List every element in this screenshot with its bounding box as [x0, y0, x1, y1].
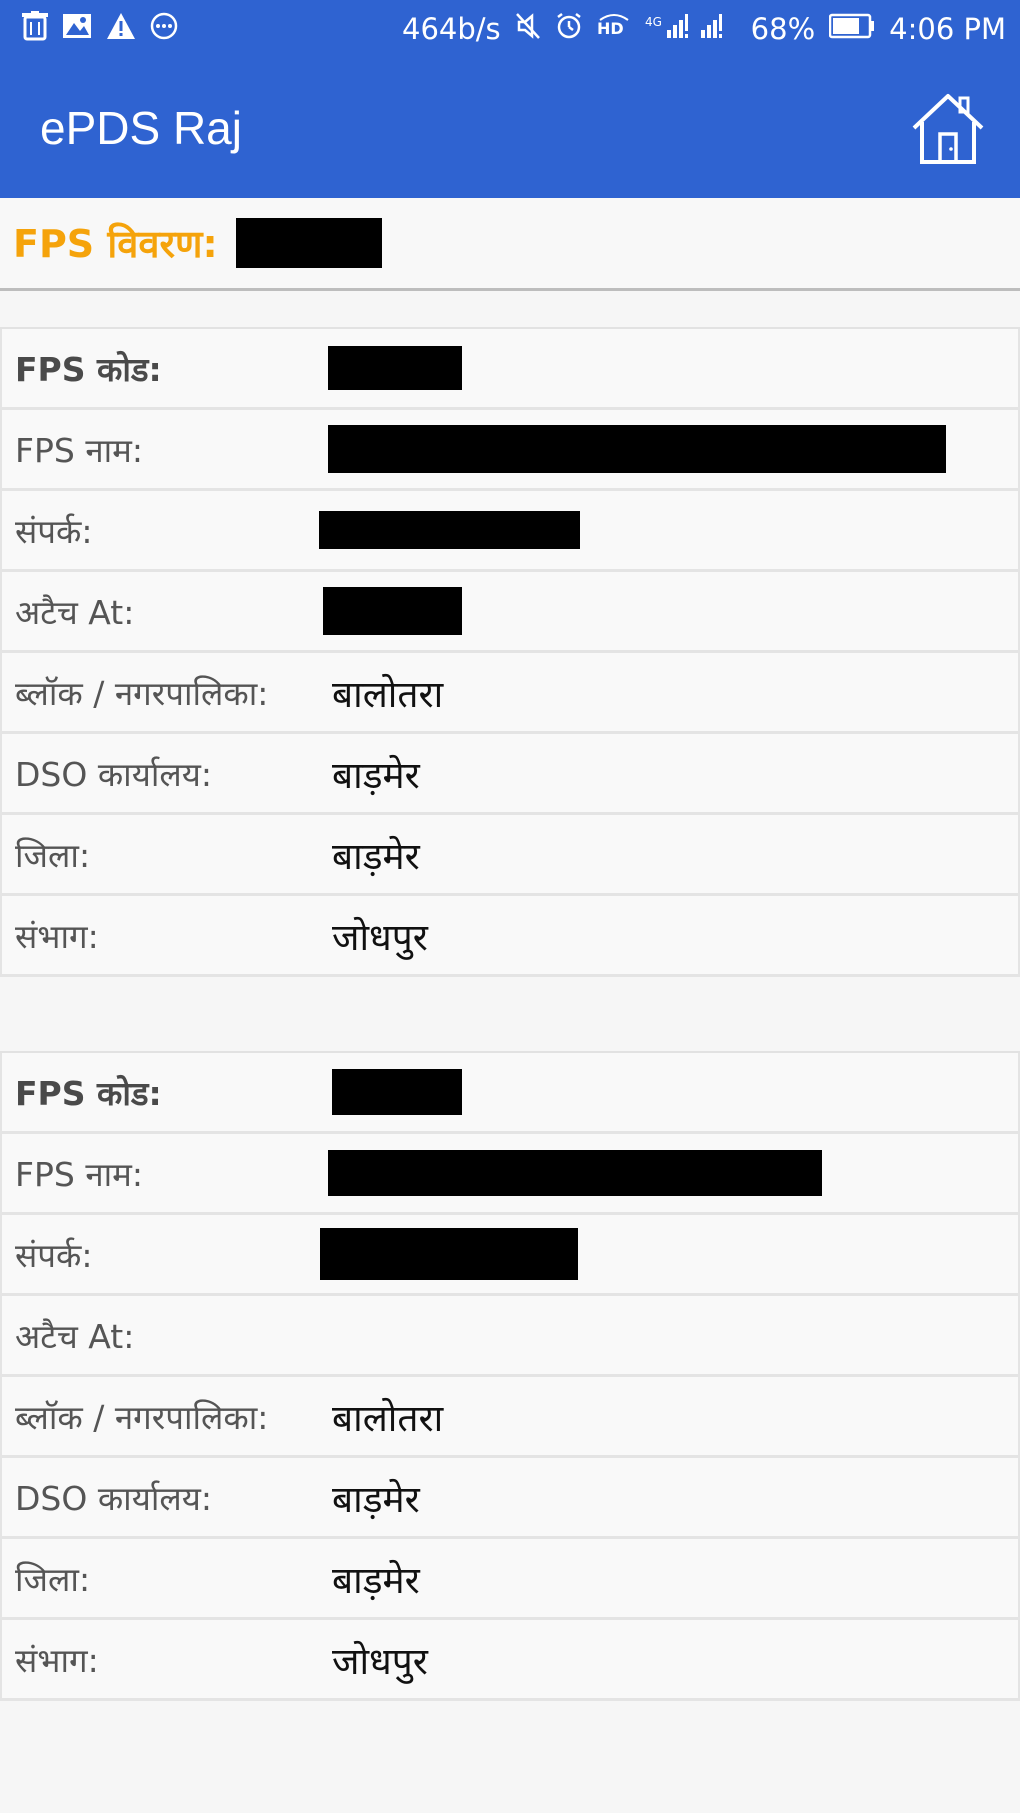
mute-icon [515, 12, 541, 47]
division-value: जोधपुर [332, 915, 428, 959]
image-icon [62, 12, 92, 46]
home-icon [912, 94, 984, 164]
row-attach-at: अटैच At: [0, 572, 1020, 653]
fps-details-header: FPS विवरण: [0, 198, 1020, 291]
battery-percent: 68% [750, 12, 816, 46]
trash-icon [22, 10, 48, 48]
network-speed: 464b/s [402, 12, 501, 46]
redacted-fps-name [328, 1150, 822, 1196]
alarm-icon [555, 12, 583, 47]
row-contact: संपर्क: [0, 491, 1020, 572]
row-block: ब्लॉक / नगरपालिका: बालोतरा [0, 1377, 1020, 1458]
district-value: बाड़मेर [332, 834, 420, 878]
app-title: ePDS Raj [40, 102, 242, 154]
district-label: जिला: [15, 1559, 91, 1599]
fps-card: FPS कोड: FPS नाम: संपर्क: अटैच At: ब्लॉक… [0, 327, 1020, 977]
fps-name-label: FPS नाम: [15, 1154, 144, 1194]
row-block: ब्लॉक / नगरपालिका: बालोतरा [0, 653, 1020, 734]
row-division: संभाग: जोधपुर [0, 896, 1020, 977]
redacted-contact [320, 1228, 578, 1280]
fps-name-label: FPS नाम: [15, 430, 144, 470]
row-fps-code: FPS कोड: [0, 1053, 1020, 1134]
redacted-attach-at [323, 587, 462, 635]
header-label: FPS विवरण: [13, 222, 218, 266]
row-district: जिला: बाड़मेर [0, 815, 1020, 896]
row-fps-name: FPS नाम: [0, 410, 1020, 491]
row-dso-office: DSO कार्यालय: बाड़मेर [0, 734, 1020, 815]
row-contact: संपर्क: [0, 1215, 1020, 1296]
redacted-fps-id [235, 218, 382, 268]
block-label: ब्लॉक / नगरपालिका: [15, 1397, 269, 1437]
redacted-contact [319, 511, 580, 549]
division-label: संभाग: [15, 916, 99, 956]
attach-at-label: अटैच At: [15, 1316, 135, 1356]
status-bar: 464b/s HD 4G 68% 4:06 PM [0, 0, 1020, 58]
division-label: संभाग: [15, 1640, 99, 1680]
row-division: संभाग: जोधपुर [0, 1620, 1020, 1701]
dso-office-value: बाड़मेर [332, 1477, 420, 1521]
warning-icon [106, 12, 136, 47]
contact-label: संपर्क: [15, 1235, 93, 1275]
signal-icon: 4G [645, 12, 737, 47]
row-fps-name: FPS नाम: [0, 1134, 1020, 1215]
redacted-fps-name [328, 425, 946, 473]
home-button[interactable] [908, 88, 988, 168]
dso-office-label: DSO कार्यालय: [15, 754, 213, 794]
redacted-fps-code [332, 1069, 462, 1115]
row-fps-code: FPS कोड: [0, 329, 1020, 410]
redacted-fps-code [328, 346, 462, 390]
fps-card: FPS कोड: FPS नाम: संपर्क: अटैच At: ब्लॉक… [0, 1051, 1020, 1701]
block-value: बालोतरा [332, 1396, 444, 1440]
contact-label: संपर्क: [15, 511, 93, 551]
svg-text:HD: HD [597, 19, 624, 38]
district-value: बाड़मेर [332, 1558, 420, 1602]
attach-at-label: अटैच At: [15, 592, 135, 632]
notification-icons [22, 10, 178, 48]
battery-icon [828, 12, 875, 46]
block-value: बालोतरा [332, 672, 444, 716]
fps-code-label: FPS कोड: [15, 349, 162, 389]
hd-icon: HD [597, 12, 631, 47]
dso-office-value: बाड़मेर [332, 753, 420, 797]
app-bar: ePDS Raj [0, 58, 1020, 198]
fps-code-label: FPS कोड: [15, 1073, 162, 1113]
division-value: जोधपुर [332, 1639, 428, 1683]
more-icon [150, 12, 178, 47]
district-label: जिला: [15, 835, 91, 875]
row-dso-office: DSO कार्यालय: बाड़मेर [0, 1458, 1020, 1539]
row-district: जिला: बाड़मेर [0, 1539, 1020, 1620]
dso-office-label: DSO कार्यालय: [15, 1478, 213, 1518]
svg-text:4G: 4G [645, 15, 662, 29]
block-label: ब्लॉक / नगरपालिका: [15, 673, 269, 713]
system-indicators: 464b/s HD 4G 68% 4:06 PM [402, 12, 1006, 47]
clock: 4:06 PM [889, 12, 1006, 46]
row-attach-at: अटैच At: [0, 1296, 1020, 1377]
